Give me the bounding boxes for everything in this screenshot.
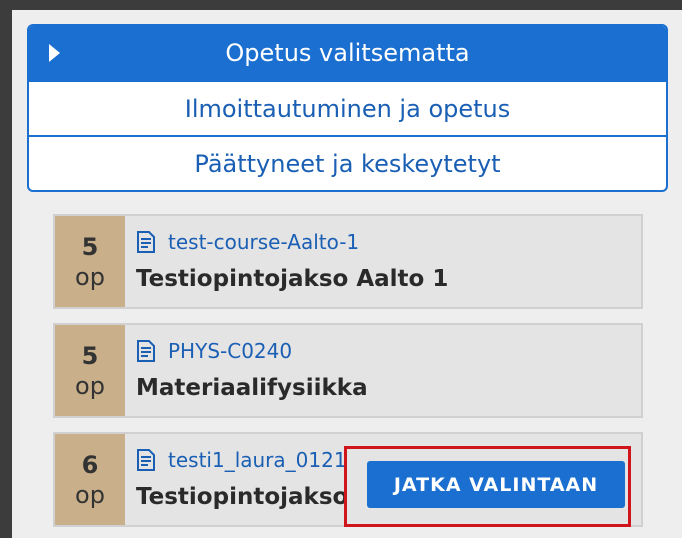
course-info: test-course-Aalto-1 Testiopintojakso Aal… [125,216,641,307]
course-code-link[interactable]: testi1_laura_0121 [168,448,347,472]
document-icon [137,340,155,362]
course-name: Materiaalifysiikka [136,375,368,401]
tab-paattyneet-ja-keskeytetyt[interactable]: Päättyneet ja keskeytetyt [29,135,666,190]
document-icon [137,449,155,471]
tab-ilmoittautuminen-ja-opetus[interactable]: Ilmoittautuminen ja opetus [29,80,666,135]
credits-badge: 6 op [55,434,125,525]
tab-opetus-valitsematta[interactable]: Opetus valitsematta [29,26,666,80]
document-icon [137,231,155,253]
credits-unit: op [75,371,105,400]
credits-badge: 5 op [55,325,125,416]
tab-group: Opetus valitsematta Ilmoittautuminen ja … [27,24,668,192]
credits-unit: op [75,262,105,291]
credits-value: 6 [81,450,99,479]
course-name: Testiopintojakso Aalto 1 [136,266,449,292]
course-code-link[interactable]: PHYS-C0240 [168,339,292,363]
credits-value: 5 [81,232,99,261]
course-code-line: PHYS-C0240 [136,337,641,365]
credits-unit: op [75,480,105,509]
highlight-box: JATKA VALINTAAN [344,446,631,527]
course-card: 5 op test-course-Aalto-1 Testiopintojaks… [53,214,643,309]
course-card: 5 op PHYS-C0240 Materiaalifysiikka [53,323,643,418]
credits-value: 5 [81,341,99,370]
caret-right-icon [49,44,60,62]
credits-badge: 5 op [55,216,125,307]
course-code-line: test-course-Aalto-1 [136,228,641,256]
tab-label: Opetus valitsematta [225,39,470,67]
course-code-link[interactable]: test-course-Aalto-1 [168,230,359,254]
tab-label: Päättyneet ja keskeytetyt [194,149,501,178]
tab-label: Ilmoittautuminen ja opetus [184,94,511,123]
course-info: PHYS-C0240 Materiaalifysiikka [125,325,641,416]
continue-to-selection-button[interactable]: JATKA VALINTAAN [367,461,625,508]
